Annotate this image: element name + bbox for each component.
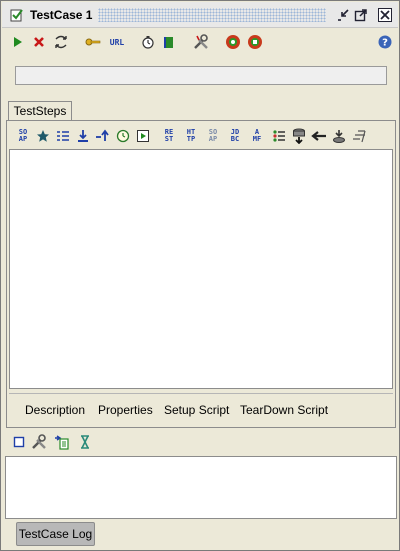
add-assertion-step-button[interactable] — [271, 127, 287, 145]
title-bar-grip — [98, 8, 326, 22]
testcase-window: TestCase 1 URL ? TestSteps SO AP RE ST H… — [0, 0, 400, 551]
mock-soap-step-label: SO AP — [208, 128, 218, 143]
add-rest-step-button[interactable]: RE ST — [161, 127, 177, 145]
help-button[interactable]: ? — [376, 33, 394, 51]
book-icon — [164, 37, 173, 48]
assertion-list-icon — [273, 130, 285, 142]
url-label: URL — [109, 37, 125, 47]
loop-button[interactable] — [52, 33, 70, 51]
testcase-log-area[interactable] — [5, 456, 397, 519]
tab-teststeps[interactable]: TestSteps — [8, 101, 72, 121]
transfer-down-icon — [78, 130, 88, 142]
record-stop-icon — [248, 35, 262, 49]
testcase-detail-tabs: Description Properties Setup Script Tear… — [9, 393, 393, 425]
timer-icon — [142, 36, 154, 49]
add-http-step-button[interactable]: HT TP — [183, 127, 199, 145]
options-icon — [32, 434, 46, 449]
back-arrow-icon — [311, 131, 326, 141]
delay-clock-icon — [116, 129, 130, 143]
http-step-label: HT TP — [186, 128, 196, 143]
amf-step-label: A MF — [252, 128, 262, 143]
run-icon — [14, 37, 22, 47]
tab-testcase-log[interactable]: TestCase Log — [16, 522, 95, 546]
minimize-window-button[interactable] — [336, 8, 350, 22]
help-icon: ? — [378, 35, 392, 49]
export-log-button[interactable] — [54, 434, 70, 450]
tab-setup-script[interactable]: Setup Script — [164, 403, 229, 417]
clear-log-icon — [13, 436, 25, 448]
record-stop-button[interactable] — [246, 33, 264, 51]
add-mockresponse-step-button[interactable] — [351, 127, 367, 145]
add-delay-step-button[interactable] — [115, 127, 131, 145]
add-conditional-goto-button[interactable] — [95, 127, 111, 145]
tab-properties[interactable]: Properties — [98, 403, 153, 417]
credentials-icon — [85, 38, 101, 46]
add-datasource-loop-button[interactable] — [311, 127, 327, 145]
teststeps-toolbar: SO AP RE ST HT TP SO AP JD BC A MF — [13, 125, 389, 147]
add-groovy-step-button[interactable] — [35, 127, 51, 145]
log-hourglass-button[interactable] — [77, 434, 93, 450]
testcase-icon — [10, 8, 24, 22]
cancel-icon — [34, 37, 44, 47]
export-icon — [55, 435, 69, 450]
maximize-window-button[interactable] — [354, 8, 368, 22]
log-toolbar — [2, 431, 398, 453]
add-properties-step-button[interactable] — [55, 127, 71, 145]
add-amf-step-button[interactable]: A MF — [249, 127, 265, 145]
cancel-button[interactable] — [30, 33, 48, 51]
options-button[interactable] — [192, 33, 210, 51]
properties-list-icon — [57, 131, 69, 141]
soap-step-label: SO AP — [18, 128, 28, 143]
rest-step-label: RE ST — [164, 128, 174, 143]
window-title: TestCase 1 — [30, 8, 93, 22]
goto-icon — [96, 129, 109, 141]
datasink-icon — [333, 130, 345, 143]
teststeps-list[interactable] — [9, 149, 393, 389]
close-window-button[interactable] — [378, 8, 392, 22]
add-soap-step-button[interactable]: SO AP — [15, 127, 31, 145]
tab-description[interactable]: Description — [25, 403, 85, 417]
log-options-button[interactable] — [31, 434, 47, 450]
run-testcase-icon — [137, 130, 149, 142]
title-bar: TestCase 1 — [2, 2, 398, 28]
star-icon — [37, 130, 49, 142]
add-run-testcase-button[interactable] — [135, 127, 151, 145]
add-datasource-button[interactable] — [291, 127, 307, 145]
mock-response-icon — [353, 130, 366, 143]
add-mock-response-button[interactable]: SO AP — [205, 127, 221, 145]
hourglass-icon — [81, 435, 89, 449]
options-icon — [194, 34, 208, 49]
run-button[interactable] — [8, 33, 26, 51]
datasource-icon — [293, 128, 305, 144]
credentials-button[interactable] — [84, 33, 102, 51]
clear-log-button[interactable] — [11, 434, 27, 450]
loop-icon — [55, 35, 67, 49]
jdbc-step-label: JD BC — [230, 128, 240, 143]
add-property-transfer-button[interactable] — [75, 127, 91, 145]
timer-button[interactable] — [139, 33, 157, 51]
add-jdbc-step-button[interactable]: JD BC — [227, 127, 243, 145]
record-button[interactable] — [224, 33, 242, 51]
book-button[interactable] — [160, 33, 178, 51]
teststeps-panel: SO AP RE ST HT TP SO AP JD BC A MF Descr… — [6, 120, 396, 428]
run-progress-bar — [15, 66, 387, 85]
svg-text:?: ? — [382, 38, 388, 49]
url-button[interactable]: URL — [106, 33, 128, 51]
add-datasink-button[interactable] — [331, 127, 347, 145]
tab-teardown-script[interactable]: TearDown Script — [240, 403, 328, 417]
record-icon — [226, 35, 240, 49]
testcase-toolbar: URL ? — [2, 30, 398, 54]
